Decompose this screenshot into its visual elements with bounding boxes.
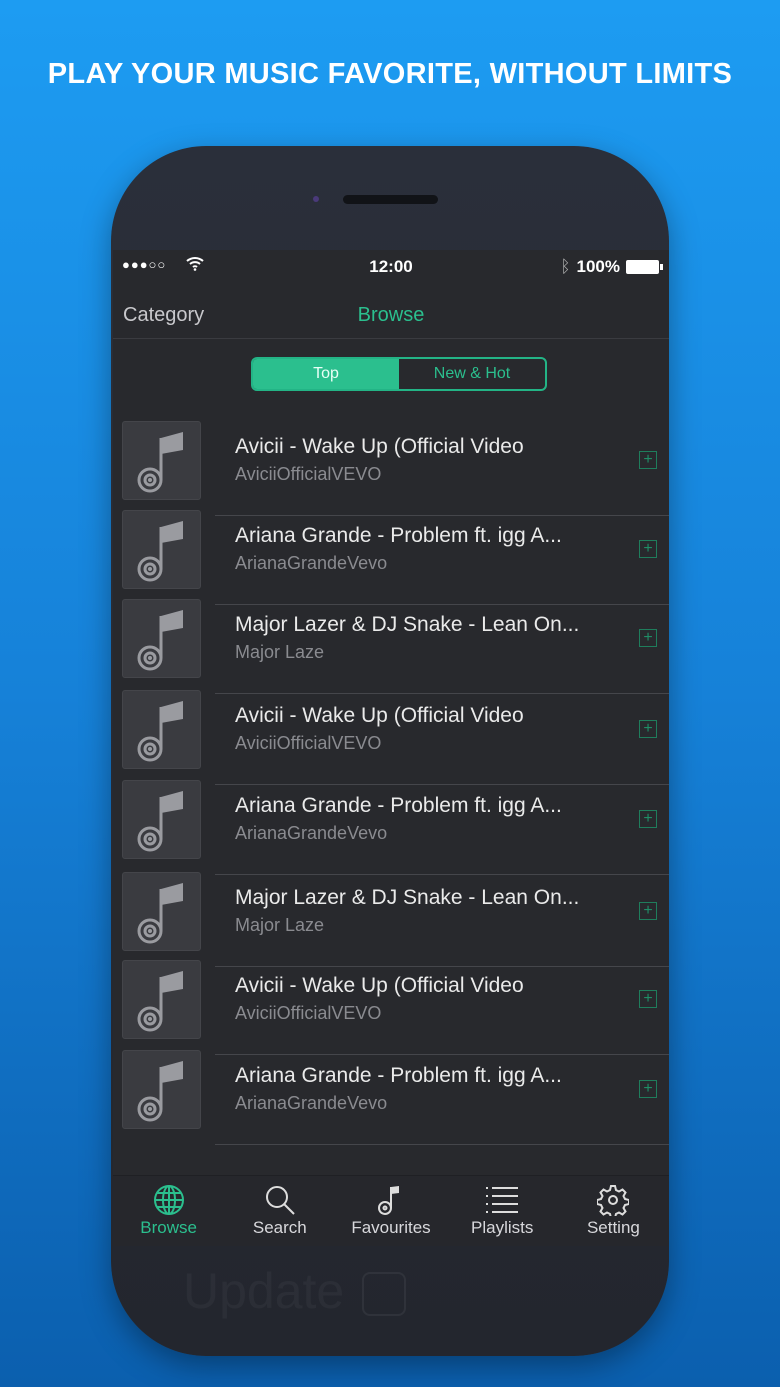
- tab-label: Setting: [586, 1218, 640, 1237]
- song-title: Ariana Grande - Problem ft. igg A...: [235, 794, 562, 817]
- bluetooth-icon: ᛒ: [560, 257, 571, 276]
- song-row[interactable]: Ariana Grande - Problem ft. igg A... Ari…: [113, 1050, 669, 1145]
- app-screen: ●●●○○ 12:00 ᛒ 100% Category Browse Top Ne…: [113, 250, 669, 1246]
- segmented-control: Top New & Hot: [251, 357, 547, 391]
- music-note-icon: [122, 960, 201, 1039]
- song-row[interactable]: Major Lazer & DJ Snake - Lean On... Majo…: [113, 872, 669, 967]
- battery-icon: [626, 260, 663, 274]
- home-button[interactable]: [362, 1272, 406, 1316]
- song-title: Ariana Grande - Problem ft. igg A...: [235, 1064, 562, 1087]
- song-row[interactable]: Avicii - Wake Up (Official Video AviciiO…: [113, 960, 669, 1055]
- row-divider: [215, 1144, 669, 1145]
- tab-label: Playlists: [471, 1218, 534, 1237]
- song-row[interactable]: Ariana Grande - Problem ft. igg A... Ari…: [113, 780, 669, 875]
- song-row[interactable]: Avicii - Wake Up (Official Video AviciiO…: [113, 421, 669, 516]
- music-note-icon: [122, 690, 201, 769]
- song-channel: ArianaGrandeVevo: [235, 823, 388, 843]
- add-button[interactable]: +: [639, 540, 657, 558]
- song-channel: ArianaGrandeVevo: [235, 553, 388, 573]
- music-note-icon: [122, 872, 201, 951]
- tab-bar: Browse Search Favourites Playlists Setti…: [113, 1175, 669, 1246]
- speaker: [343, 195, 438, 204]
- song-channel: AviciiOfficialVEVO: [235, 464, 382, 484]
- tab-favourites[interactable]: Favourites: [335, 1176, 446, 1246]
- music-note-icon: [122, 780, 201, 859]
- tab-label: Browse: [140, 1218, 197, 1237]
- song-channel: ArianaGrandeVevo: [235, 1093, 388, 1113]
- song-title: Avicii - Wake Up (Official Video: [235, 974, 524, 997]
- song-channel: AviciiOfficialVEVO: [235, 1003, 382, 1023]
- song-row[interactable]: Major Lazer & DJ Snake - Lean On... Majo…: [113, 599, 669, 694]
- tab-new-hot[interactable]: New & Hot: [399, 359, 545, 389]
- song-title: Ariana Grande - Problem ft. igg A...: [235, 524, 562, 547]
- tab-browse[interactable]: Browse: [113, 1176, 224, 1246]
- tab-label: Search: [252, 1218, 307, 1237]
- add-button[interactable]: +: [639, 902, 657, 920]
- add-button[interactable]: +: [639, 990, 657, 1008]
- music-note-icon: [122, 421, 201, 500]
- camera: [313, 196, 319, 202]
- ghost-text: Update: [183, 1262, 344, 1320]
- headline: PLAY YOUR MUSIC FAVORITE, WITHOUT LIMITS: [47, 58, 733, 90]
- add-button[interactable]: +: [639, 629, 657, 647]
- add-button[interactable]: +: [639, 1080, 657, 1098]
- song-row[interactable]: Avicii - Wake Up (Official Video AviciiO…: [113, 690, 669, 785]
- music-note-icon: [122, 510, 201, 589]
- add-button[interactable]: +: [639, 720, 657, 738]
- globe-icon: [153, 1185, 184, 1215]
- nav-bar: Category Browse: [113, 284, 669, 339]
- music-note-icon: [122, 1050, 201, 1129]
- search-icon: [265, 1186, 295, 1215]
- tab-search[interactable]: Search: [224, 1176, 335, 1246]
- list-icon: [486, 1187, 519, 1213]
- song-title: Avicii - Wake Up (Official Video: [235, 704, 524, 727]
- battery-percent: 100%: [576, 257, 620, 276]
- song-title: Major Lazer & DJ Snake - Lean On...: [235, 613, 580, 636]
- tab-top[interactable]: Top: [253, 359, 399, 389]
- tab-setting[interactable]: Setting: [558, 1176, 669, 1246]
- music-note-icon: [122, 599, 201, 678]
- status-bar: ●●●○○ 12:00 ᛒ 100%: [113, 250, 669, 284]
- add-button[interactable]: +: [639, 451, 657, 469]
- song-channel: Major Laze: [235, 915, 325, 935]
- song-channel: AviciiOfficialVEVO: [235, 733, 382, 753]
- page-title: Browse: [357, 304, 425, 326]
- music-note-icon: [378, 1186, 399, 1215]
- tab-label: Favourites: [351, 1218, 431, 1237]
- add-button[interactable]: +: [639, 810, 657, 828]
- gear-icon: [597, 1185, 630, 1216]
- song-row[interactable]: Ariana Grande - Problem ft. igg A... Ari…: [113, 510, 669, 605]
- song-channel: Major Laze: [235, 642, 325, 662]
- song-title: Avicii - Wake Up (Official Video: [235, 435, 524, 458]
- song-title: Major Lazer & DJ Snake - Lean On...: [235, 886, 580, 909]
- tab-playlists[interactable]: Playlists: [447, 1176, 558, 1246]
